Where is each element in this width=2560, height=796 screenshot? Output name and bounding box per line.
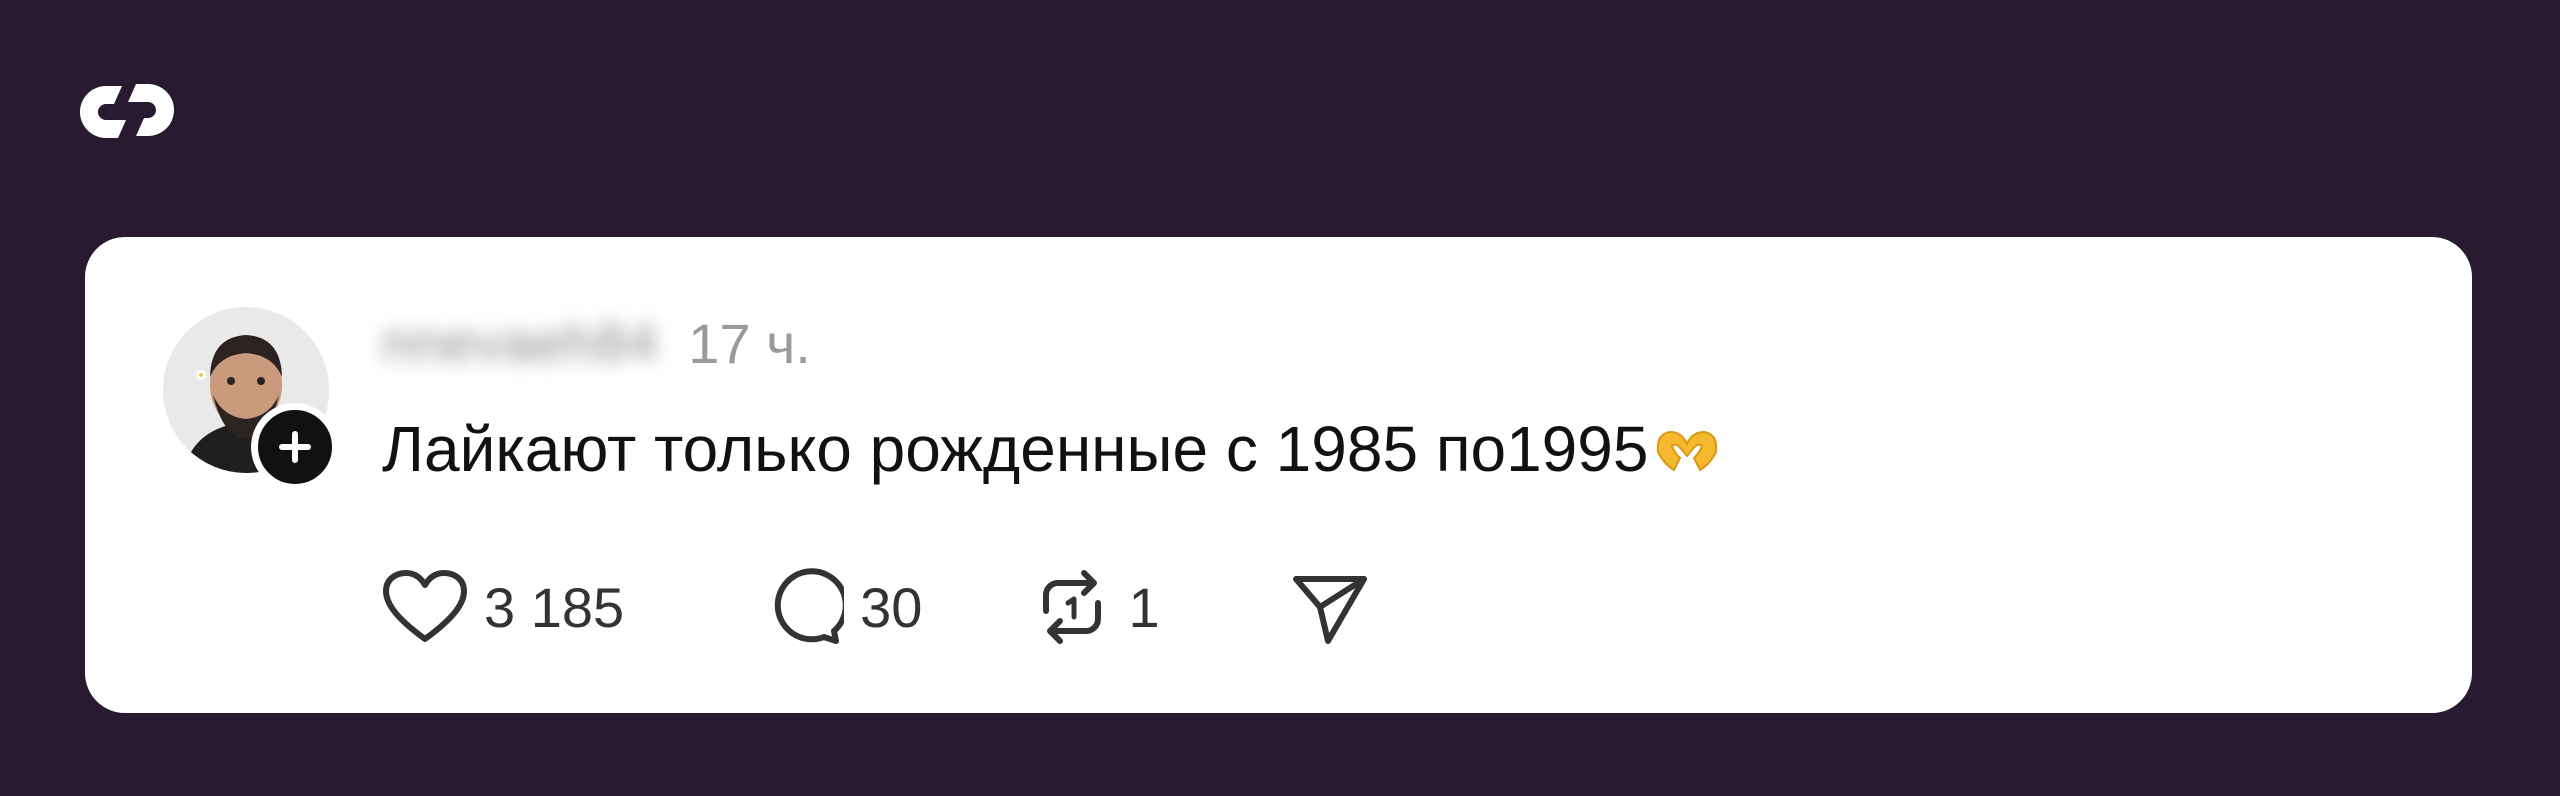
heart-hands-emoji-icon <box>1657 430 1718 472</box>
username[interactable]: nnevaeh84 <box>382 312 658 374</box>
plus-icon <box>279 431 311 463</box>
share-button[interactable] <box>1290 567 1370 647</box>
post-header: nnevaeh84 17 ч. <box>382 307 811 379</box>
share-icon <box>1292 576 1367 644</box>
action-bar: 3 185 30 1 <box>382 567 1370 647</box>
post-time: 17 ч. <box>688 311 811 375</box>
post-card: nnevaeh84 17 ч. Лайкают только рожденные… <box>85 237 2472 713</box>
like-count: 3 185 <box>484 575 625 639</box>
heart-icon <box>383 570 467 642</box>
like-button[interactable]: 3 185 <box>382 569 624 645</box>
post-body: Лайкают только рожденные с 1985 по1995 <box>382 409 1722 489</box>
comment-button[interactable]: 30 <box>764 567 922 647</box>
repost-count: 1 <box>1128 575 1160 639</box>
repost-button[interactable]: 1 <box>1032 567 1160 647</box>
follow-button[interactable] <box>251 403 339 491</box>
post-text: Лайкают только рожденные с 1985 по1995 <box>382 413 1649 485</box>
comment-count: 30 <box>860 575 923 639</box>
repost-icon <box>1043 570 1102 644</box>
avatar-container[interactable] <box>163 307 339 491</box>
comment-icon <box>774 568 845 644</box>
threads-logo-icon <box>80 84 174 138</box>
